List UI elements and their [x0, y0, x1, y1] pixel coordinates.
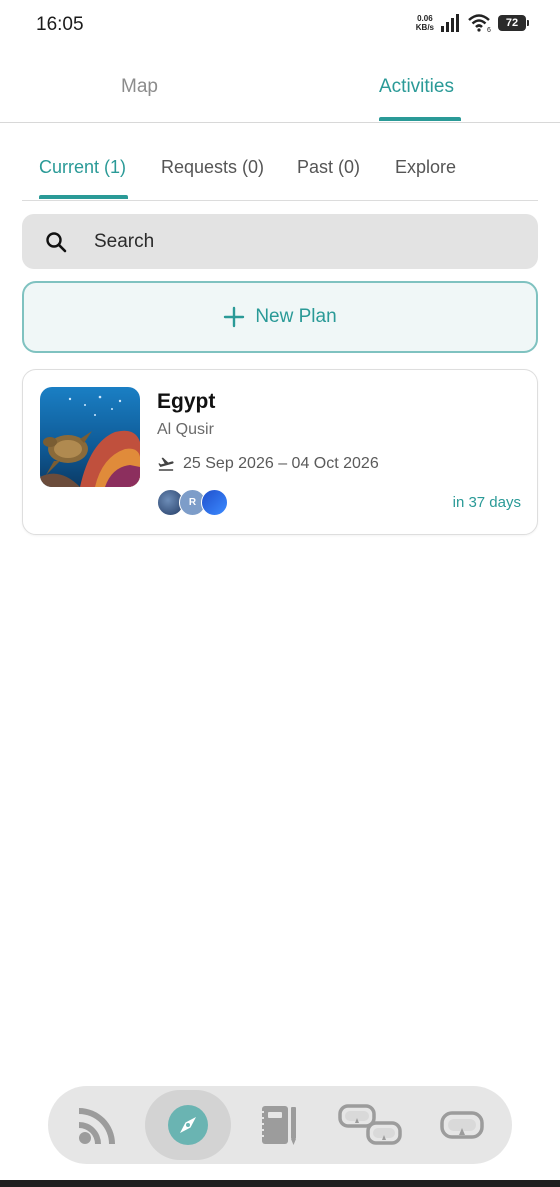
participant-avatars: R: [157, 489, 237, 517]
network-speed-unit: KB/s: [415, 23, 434, 32]
active-tab-indicator: [379, 117, 461, 121]
signal-icon: [441, 14, 459, 32]
feed-icon: [79, 1108, 115, 1144]
wifi-icon: 6: [468, 14, 491, 32]
network-speed: 0.06 KB/s: [416, 14, 434, 32]
top-tabs: Map Activities: [0, 60, 560, 123]
compass-icon: [168, 1105, 208, 1145]
search-input[interactable]: [94, 214, 514, 269]
nav-dive[interactable]: [419, 1086, 505, 1164]
system-home-bar: [0, 1180, 560, 1187]
new-plan-button[interactable]: New Plan: [22, 281, 538, 353]
battery-level: 72: [505, 17, 519, 29]
plus-icon: [224, 306, 245, 328]
tab-activities[interactable]: Activities: [379, 76, 454, 98]
plan-thumbnail: [40, 387, 140, 487]
tab-requests[interactable]: Requests (0): [161, 157, 264, 178]
nav-logbook[interactable]: [235, 1086, 321, 1164]
svg-text:6: 6: [487, 27, 491, 32]
plan-date-range: 25 Sep 2026 – 04 Oct 2026: [183, 455, 379, 472]
network-speed-value: 0.06: [417, 14, 433, 23]
plan-title: Egypt: [157, 390, 216, 413]
avatar-initial: R: [188, 497, 197, 508]
search-bar[interactable]: [22, 214, 538, 269]
tab-explore[interactable]: Explore: [395, 157, 456, 178]
tab-map[interactable]: Map: [121, 76, 158, 98]
nav-feed[interactable]: [55, 1086, 141, 1164]
search-icon: [46, 232, 67, 253]
status-icons: 0.06 KB/s 6 72: [416, 14, 529, 32]
logbook-icon: [260, 1106, 296, 1145]
plan-location: Al Qusir: [157, 421, 214, 438]
avatar: [201, 489, 228, 516]
new-plan-label: New Plan: [255, 306, 337, 327]
buddies-mask-icon: [338, 1104, 402, 1145]
nav-buddies[interactable]: [328, 1086, 414, 1164]
tab-current[interactable]: Current (1): [39, 157, 126, 178]
airplane-departure-icon: [158, 457, 174, 471]
activity-sub-tabs: Current (1) Requests (0) Past (0) Explor…: [22, 140, 538, 201]
plan-countdown: in 37 days: [452, 494, 521, 511]
status-time: 16:05: [36, 14, 84, 35]
dive-mask-icon: [440, 1111, 484, 1139]
nav-activities[interactable]: [145, 1086, 231, 1164]
battery-indicator: 72: [498, 15, 529, 31]
tab-past[interactable]: Past (0): [297, 157, 360, 178]
plan-dates: 25 Sep 2026 – 04 Oct 2026: [157, 455, 379, 473]
active-sub-tab-indicator: [39, 195, 128, 199]
bottom-navigation: [48, 1086, 512, 1164]
plan-card[interactable]: Egypt Al Qusir 25 Sep 2026 – 04 Oct 2026…: [22, 369, 538, 535]
status-bar: 16:05 0.06 KB/s 6 72: [0, 0, 560, 52]
